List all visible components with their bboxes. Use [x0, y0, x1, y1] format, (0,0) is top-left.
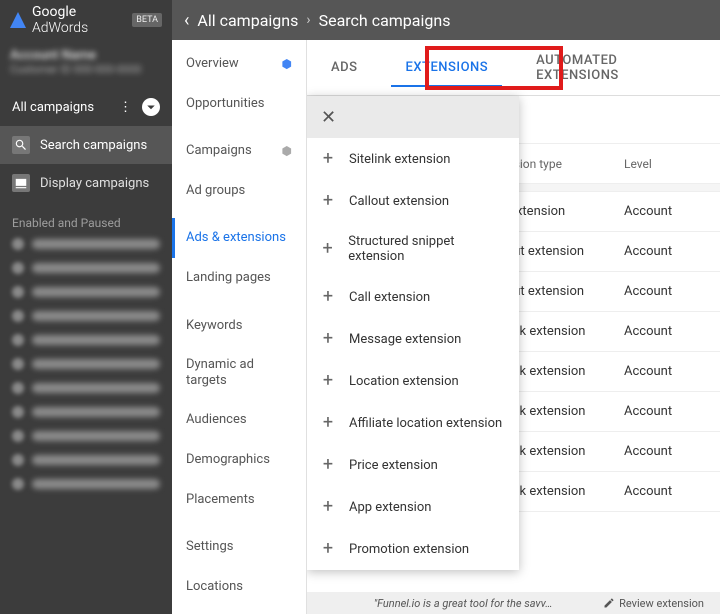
home-icon: ⬢ [282, 144, 292, 158]
sidebar-campaign-item[interactable] [12, 406, 160, 418]
nav2-landing-pages[interactable]: Landing pages [172, 258, 306, 298]
sidebar-campaign-item[interactable] [12, 454, 160, 466]
sidebar-subhead: Enabled and Paused [0, 202, 172, 238]
plus-icon: + [321, 240, 334, 258]
sidebar-campaign-item[interactable] [12, 238, 160, 250]
all-campaigns-row[interactable]: All campaigns ⋮ [0, 88, 172, 126]
nav2-placements[interactable]: Placements [172, 480, 306, 520]
tab-ads[interactable]: ADS [307, 40, 381, 95]
beta-badge: BETA [132, 13, 162, 27]
col-level[interactable]: Level [624, 157, 704, 171]
nav2-opportunities[interactable]: Opportunities [172, 84, 306, 124]
sidebar-item-search-campaigns[interactable]: Search campaigns [0, 126, 172, 164]
left-sidebar: Google AdWords BETA Account Name Custome… [0, 0, 172, 614]
breadcrumb-current: Search campaigns [319, 11, 451, 30]
nav2-overview[interactable]: Overview⬢ [172, 44, 306, 84]
tab-extensions[interactable]: EXTENSIONS [381, 40, 512, 95]
pencil-icon [603, 597, 615, 609]
secondary-nav: Overview⬢ Opportunities Campaigns⬢ Ad gr… [172, 40, 307, 614]
nav2-ad-schedule[interactable]: Ad schedule [172, 606, 306, 614]
sidebar-item-display-campaigns[interactable]: Display campaigns [0, 164, 172, 202]
menu-item-callout[interactable]: +Callout extension [307, 180, 519, 222]
brand-bar: Google AdWords BETA [0, 0, 172, 40]
adwords-logo-icon [10, 12, 26, 28]
plus-icon: + [321, 498, 335, 516]
main-content: ADS EXTENSIONS AUTOMATED EXTENSIONS Exte… [307, 40, 720, 614]
menu-item-price[interactable]: +Price extension [307, 444, 519, 486]
sidebar-campaign-item[interactable] [12, 430, 160, 442]
more-vert-icon[interactable]: ⋮ [119, 100, 132, 115]
sidebar-item-label: Search campaigns [40, 138, 147, 153]
display-icon [12, 174, 30, 192]
sidebar-campaign-item[interactable] [12, 358, 160, 370]
plus-icon: + [321, 414, 335, 432]
sidebar-campaign-item[interactable] [12, 286, 160, 298]
nav2-campaigns[interactable]: Campaigns⬢ [172, 131, 306, 171]
plus-icon: + [321, 288, 335, 306]
plus-icon: + [321, 540, 335, 558]
menu-item-location[interactable]: +Location extension [307, 360, 519, 402]
sidebar-campaign-item[interactable] [12, 310, 160, 322]
nav2-demographics[interactable]: Demographics [172, 440, 306, 480]
plus-icon: + [321, 330, 335, 348]
nav2-settings[interactable]: Settings [172, 527, 306, 567]
sidebar-item-label: Display campaigns [40, 176, 149, 191]
brand-text: Google AdWords [32, 4, 126, 36]
menu-item-promotion[interactable]: +Promotion extension [307, 528, 519, 570]
nav2-dynamic-ad-targets[interactable]: Dynamic ad targets [172, 345, 306, 400]
menu-item-structured-snippet[interactable]: +Structured snippet extension [307, 222, 519, 276]
sidebar-campaign-item[interactable] [12, 262, 160, 274]
breadcrumb-separator-icon: › [306, 12, 310, 28]
menu-header: ✕ [307, 96, 519, 138]
nav2-audiences[interactable]: Audiences [172, 400, 306, 440]
plus-icon: + [321, 150, 335, 168]
nav2-ad-groups[interactable]: Ad groups [172, 171, 306, 211]
home-icon: ⬢ [282, 57, 292, 71]
tabs: ADS EXTENSIONS AUTOMATED EXTENSIONS [307, 40, 720, 96]
add-extension-menu: ✕ +Sitelink extension +Callout extension… [307, 96, 519, 570]
sidebar-campaign-item[interactable] [12, 334, 160, 346]
nav2-ads-extensions[interactable]: Ads & extensions [172, 218, 306, 258]
top-bar: ‹ All campaigns › Search campaigns [172, 0, 720, 40]
all-campaigns-label: All campaigns [12, 100, 94, 115]
nav2-keywords[interactable]: Keywords [172, 306, 306, 346]
menu-item-sitelink[interactable]: +Sitelink extension [307, 138, 519, 180]
nav2-locations[interactable]: Locations [172, 567, 306, 607]
menu-item-affiliate-location[interactable]: +Affiliate location extension [307, 402, 519, 444]
sidebar-campaign-item[interactable] [12, 382, 160, 394]
chevron-left-icon[interactable]: ‹ [184, 10, 189, 31]
close-icon[interactable]: ✕ [321, 107, 336, 128]
sidebar-campaign-item[interactable] [12, 478, 160, 490]
footer-strip: "Funnel.io is a great tool for the savv…… [307, 592, 720, 614]
tab-automated-extensions[interactable]: AUTOMATED EXTENSIONS [512, 40, 720, 95]
plus-icon: + [321, 372, 335, 390]
account-info: Account Name Customer ID 000-000-0000 [0, 40, 172, 88]
footer-quote: "Funnel.io is a great tool for the savv… [323, 597, 603, 610]
chevron-down-icon[interactable] [142, 98, 160, 116]
menu-item-message[interactable]: +Message extension [307, 318, 519, 360]
menu-item-app[interactable]: +App extension [307, 486, 519, 528]
plus-icon: + [321, 192, 335, 210]
plus-icon: + [321, 456, 335, 474]
menu-item-call[interactable]: +Call extension [307, 276, 519, 318]
sidebar-campaign-list [0, 238, 172, 502]
search-icon [12, 136, 30, 154]
breadcrumb-all[interactable]: All campaigns [197, 11, 298, 30]
review-extension-link[interactable]: Review extension [603, 597, 704, 610]
